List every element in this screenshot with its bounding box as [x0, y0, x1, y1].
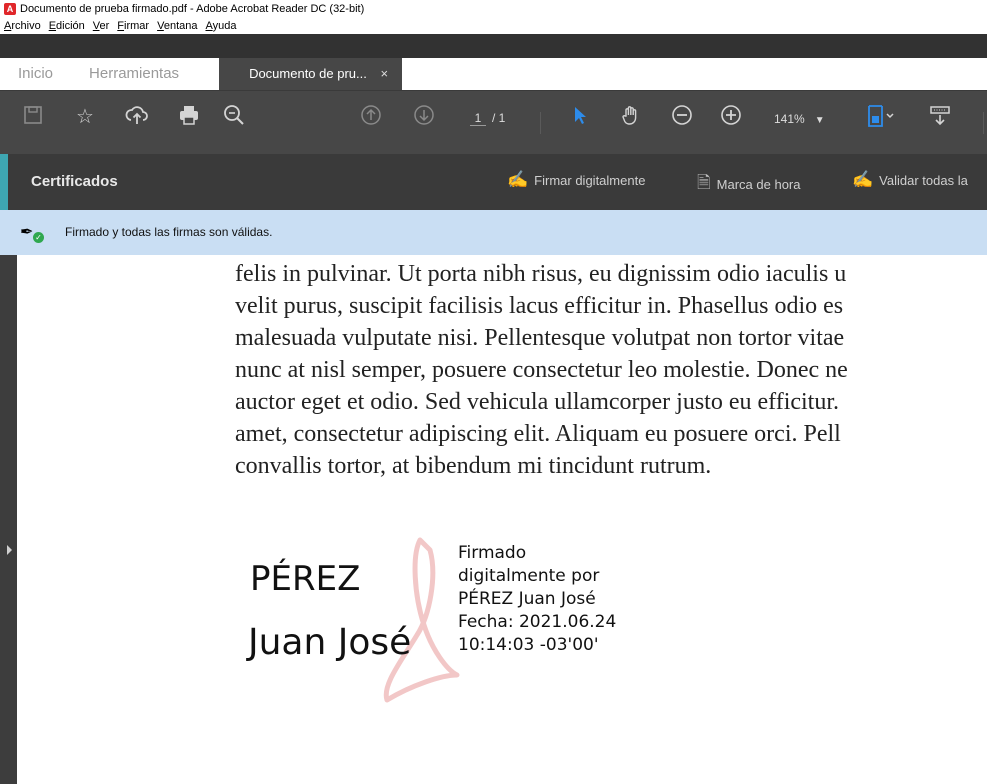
- timestamp-doc-icon: 🗎: [697, 173, 711, 192]
- left-panel-gutter: [0, 255, 17, 784]
- hand-icon[interactable]: [618, 104, 644, 130]
- tab-document[interactable]: Documento de pru... ×: [219, 58, 403, 90]
- close-tab-icon[interactable]: ×: [380, 66, 388, 81]
- menu-bar: Archivo Edición Ver Firmar Ventana Ayuda: [4, 18, 244, 34]
- signature-detail-line: Fecha: 2021.06.24: [458, 612, 617, 632]
- signature-detail-line: 10:14:03 -03'00': [458, 635, 599, 655]
- timestamp-button[interactable]: 🗎 Marca de hora: [697, 170, 801, 199]
- menu-ventana[interactable]: Ventana: [157, 20, 197, 32]
- tab-bar: Inicio Herramientas Documento de pru... …: [0, 58, 403, 90]
- page-number-input[interactable]: 1: [470, 111, 486, 126]
- upload-cloud-icon[interactable]: [124, 104, 150, 130]
- acrobat-watermark-icon: [383, 537, 460, 703]
- menu-ver[interactable]: Ver: [93, 20, 110, 32]
- doc-text-line: felis in pulvinar. Ut porta nibh risus, …: [235, 261, 847, 287]
- signature-surname: PÉREZ: [250, 559, 361, 599]
- print-icon[interactable]: [176, 104, 202, 130]
- tab-inicio[interactable]: Inicio: [0, 58, 71, 90]
- tab-strip-top: [0, 34, 987, 58]
- select-cursor-icon[interactable]: [567, 104, 593, 130]
- validate-all-label: Validar todas la: [879, 172, 968, 188]
- doc-text-line: malesuada vulputate nisi. Pellentesque v…: [235, 325, 845, 351]
- signature-pen-icon: ✒: [20, 224, 34, 241]
- zoom-select[interactable]: 141% ▼: [774, 112, 825, 126]
- expand-panel-icon[interactable]: [7, 545, 12, 555]
- toolbar-separator-right: [983, 112, 984, 134]
- toolbar-separator: [540, 112, 541, 134]
- doc-text-line: velit purus, suscipit facilisis lacus ef…: [235, 293, 844, 319]
- signature-detail-line: PÉREZ Juan José: [458, 589, 596, 609]
- signature-given-name: Juan José: [248, 622, 412, 663]
- tab-herramientas[interactable]: Herramientas: [71, 58, 197, 90]
- search-zoom-icon[interactable]: [221, 104, 247, 130]
- document-page: felis in pulvinar. Ut porta nibh risus, …: [17, 255, 987, 784]
- validate-all-button[interactable]: ✍ Validar todas la: [852, 170, 968, 190]
- page-total: / 1: [492, 111, 506, 125]
- doc-text-line: amet, consectetur adipiscing elit. Aliqu…: [235, 421, 841, 447]
- sign-digitally-button[interactable]: ✍ Firmar digitalmente: [507, 170, 645, 190]
- signature-details: Firmado digitalmente por PÉREZ Juan José…: [458, 542, 616, 657]
- signature-detail-line: Firmado: [458, 543, 527, 563]
- certificates-bar: Certificados ✍ Firmar digitalmente 🗎 Mar…: [0, 154, 987, 210]
- validate-signature-icon: ✍: [852, 170, 874, 189]
- tab-document-label: Documento de pru...: [249, 66, 367, 81]
- doc-text-line: nunc at nisl semper, posuere consectetur…: [235, 357, 848, 383]
- acrobat-icon: A: [4, 3, 16, 15]
- certificates-title: Certificados: [31, 173, 118, 190]
- window-title: Documento de prueba firmado.pdf - Adobe …: [20, 3, 365, 15]
- page-down-icon[interactable]: [411, 104, 437, 130]
- scroll-mode-icon[interactable]: [927, 104, 953, 130]
- page-up-icon[interactable]: [358, 104, 384, 130]
- zoom-out-icon[interactable]: [669, 104, 695, 130]
- doc-text-line: auctor eget et odio. Sed vehicula ullamc…: [235, 389, 840, 415]
- menu-firmar[interactable]: Firmar: [117, 20, 149, 32]
- pen-sign-icon: ✍: [507, 170, 529, 189]
- sign-digitally-label: Firmar digitalmente: [534, 172, 646, 188]
- chevron-down-icon: ▼: [814, 115, 825, 126]
- timestamp-label: Marca de hora: [716, 177, 801, 192]
- save-icon[interactable]: [20, 104, 46, 130]
- zoom-in-icon[interactable]: [718, 104, 744, 130]
- menu-edicion[interactable]: Edición: [49, 20, 85, 32]
- menu-ayuda[interactable]: Ayuda: [205, 20, 236, 32]
- menu-archivo[interactable]: Archivo: [4, 20, 41, 32]
- doc-text-line: convallis tortor, at bibendum mi tincidu…: [235, 453, 712, 479]
- fit-page-icon[interactable]: [866, 104, 894, 130]
- signature-status-text: Firmado y todas las firmas son válidas.: [65, 225, 273, 239]
- zoom-level: 141%: [774, 112, 805, 126]
- signature-detail-line: digitalmente por: [458, 566, 600, 586]
- window-titlebar: A Documento de prueba firmado.pdf - Adob…: [0, 0, 987, 34]
- title-row: A Documento de prueba firmado.pdf - Adob…: [0, 1, 364, 17]
- bookmark-star-icon[interactable]: ☆: [72, 104, 98, 130]
- certificates-accent: [0, 154, 8, 210]
- signature-status-bar: ✒ ✓ Firmado y todas las firmas son válid…: [0, 210, 987, 255]
- valid-check-icon: ✓: [33, 232, 44, 243]
